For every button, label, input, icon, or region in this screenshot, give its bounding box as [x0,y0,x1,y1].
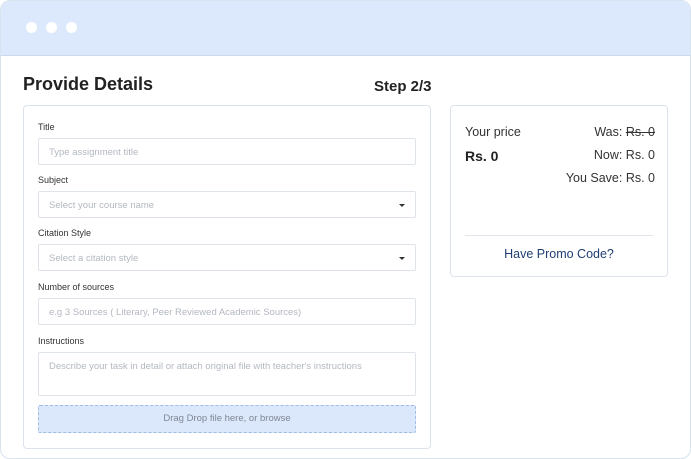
your-price-value: Rs. 0 [465,148,499,164]
chevron-down-icon [399,204,405,207]
instructions-label: Instructions [38,336,85,346]
title-input[interactable]: Type assignment title [38,138,416,165]
step-indicator: Step 2/3 [374,78,432,95]
subject-select-placeholder: Select your course name [49,200,155,211]
details-form: Title Type assignment title Subject Sele… [23,105,431,449]
page-title: Provide Details [23,74,154,94]
sources-label: Number of sources [38,282,115,292]
sources-input[interactable]: e.g 3 Sources ( Literary, Peer Reviewed … [38,298,416,325]
was-price: Was: Rs. 0 [594,125,655,139]
now-price: Now: Rs. 0 [593,148,655,162]
window-dot-icon [66,22,77,33]
file-dropzone[interactable]: Drag Drop file here, or browse [38,405,416,433]
chevron-down-icon [399,257,405,260]
window-dot-icon [26,22,37,33]
was-value: Rs. 0 [625,125,655,139]
divider [465,235,653,236]
citation-style-label: Citation Style [38,228,92,238]
your-price-label: Your price [465,125,521,139]
window-titlebar [1,1,690,56]
instructions-textarea[interactable]: Describe your task in detail or attach o… [38,352,416,396]
was-label: Was: [594,125,623,139]
browser-window: Provide Details Step 2/3 Title Type assi… [0,0,691,459]
subject-label: Subject [38,175,69,185]
subject-select[interactable]: Select your course name [38,191,416,218]
window-dot-icon [46,22,57,33]
promo-code-link[interactable]: Have Promo Code? [451,247,667,261]
title-label: Title [38,122,55,132]
price-summary: Your price Was: Rs. 0 Rs. 0 Now: Rs. 0 Y… [450,105,668,277]
citation-style-placeholder: Select a citation style [49,253,139,264]
citation-style-select[interactable]: Select a citation style [38,244,416,271]
you-save: You Save: Rs. 0 [565,171,655,185]
